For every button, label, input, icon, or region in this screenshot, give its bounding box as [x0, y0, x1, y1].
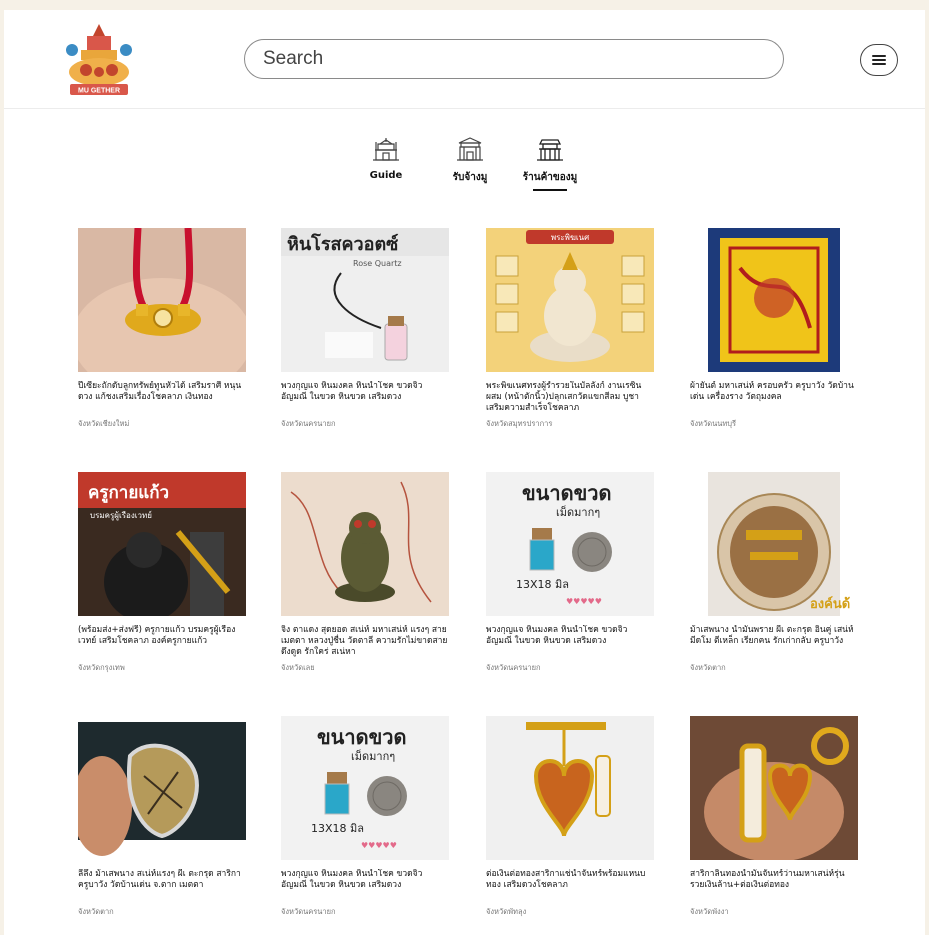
- product-card[interactable]: ปี่เซียะถักดับลูกทรัพย์ทูนหัวได้ เสริมรา…: [78, 228, 246, 430]
- product-card[interactable]: ขนาดขวด เม็ดมากๆ 13X18 มิล ♥♥♥♥♥ พวงกุญแ…: [281, 716, 449, 918]
- product-location: จังหวัดพัทลุง: [486, 907, 527, 916]
- tab-guide[interactable]: Guide: [346, 136, 426, 181]
- product-location: จังหวัดตาก: [78, 907, 114, 916]
- image-heading-text: หินโรสควอตซ์: [287, 233, 398, 255]
- tab-label: รับจ้างมู: [452, 172, 488, 183]
- product-image: [690, 716, 858, 860]
- product-title: ผ้ายันต์ มหาเสน่ห์ ครอบครัว ครูบาวัง วัด…: [690, 381, 854, 402]
- image-size-text: 13X18 มิล: [311, 822, 364, 835]
- product-location: จังหวัดนครนายก: [486, 663, 541, 672]
- product-card[interactable]: สาริกาลิ้นทองน้ำมันจันทร์ว่านมหาเสน่ห์รุ…: [690, 716, 858, 918]
- product-title: พวงกุญแจ หินมงคล หินนำโชค ขวดจิ๋ว อัญมณี…: [281, 869, 423, 890]
- product-card[interactable]: จิ้ง ตาแดง สุดยอด สเน่ห์ มหาเสน่ห์ แรงๆ …: [281, 472, 449, 674]
- image-sub-text: เม็ดมากๆ: [351, 749, 395, 763]
- product-location: จังหวัดนครนายก: [281, 907, 336, 916]
- image-banner-text: พระพิฆเนศ: [551, 233, 589, 242]
- image-heading-text: ขนาดขวด: [522, 481, 611, 505]
- product-location: จังหวัดนครนายก: [281, 419, 336, 428]
- product-location: จังหวัดเชียงใหม่: [78, 419, 130, 428]
- product-image: [486, 716, 654, 860]
- page: MU GETHER Guide: [4, 10, 925, 935]
- product-card[interactable]: องค์นด้ ม้าเสพนาง น้ำมันพราย ผีเ ตะกรุด …: [690, 472, 858, 674]
- product-title: จิ้ง ตาแดง สุดยอด สเน่ห์ มหาเสน่ห์ แรงๆ …: [281, 625, 448, 657]
- product-image: [78, 228, 246, 372]
- product-image: [281, 472, 449, 616]
- logo[interactable]: MU GETHER: [56, 20, 142, 100]
- image-caption-text: องค์นด้: [810, 596, 850, 612]
- logo-text: MU GETHER: [78, 88, 120, 95]
- tab-shop[interactable]: ร้านค้าของมู: [510, 136, 590, 191]
- product-image: ครูกายแก้ว บรมครูผู้เรืองเวทย์: [78, 472, 246, 616]
- svg-text:♥♥♥♥♥: ♥♥♥♥♥: [566, 597, 602, 606]
- product-title: ม้าเสพนาง น้ำมันพราย ผีเ ตะกรุด อิ่นคู่ …: [690, 625, 854, 646]
- product-title: พระพิฆเนศทรงผู้ร่ำรวยในบัลลังก์ งานเรซิ่…: [486, 381, 642, 413]
- product-title: พวงกุญแจ หินมงคล หินนำโชค ขวดจิ๋ว อัญมณี…: [486, 625, 628, 646]
- product-title: สาริกาลิ้นทองน้ำมันจันทร์ว่านมหาเสน่ห์รุ…: [690, 869, 845, 890]
- menu-button[interactable]: [860, 44, 898, 76]
- tab-hire[interactable]: รับจ้างมู: [430, 136, 510, 185]
- product-title: (พร้อมส่ง+ส่งฟรี) ครูกายแก้ว บรมครูผู้เร…: [78, 625, 236, 646]
- image-sub-text: เม็ดมากๆ: [556, 505, 600, 519]
- product-image: ขนาดขวด เม็ดมากๆ 13X18 มิล ♥♥♥♥♥: [281, 716, 449, 860]
- product-card[interactable]: พระพิฆเนศ พระพิฆเนศทรงผู้ร่ำรวยในบัลลังก…: [486, 228, 654, 430]
- image-heading-text: ครูกายแก้ว: [88, 483, 169, 504]
- product-image: องค์นด้: [690, 472, 858, 616]
- product-location: จังหวัดเลย: [281, 663, 315, 672]
- product-card[interactable]: ครูกายแก้ว บรมครูผู้เรืองเวทย์ (พร้อมส่ง…: [78, 472, 246, 674]
- product-card[interactable]: ผ้ายันต์ มหาเสน่ห์ ครอบครัว ครูบาวัง วัด…: [690, 228, 858, 430]
- category-nav: Guide รับจ้างมู ร้านค้าของมู: [4, 136, 925, 206]
- product-image: ขนาดขวด เม็ดมากๆ 13X18 มิล ♥♥♥♥♥: [486, 472, 654, 616]
- product-title: ปี่เซียะถักดับลูกทรัพย์ทูนหัวได้ เสริมรา…: [78, 381, 242, 402]
- product-title: ต่อเงินต่อทองสาริกาแช่น้ำจันทร์พร้อมแหนบ…: [486, 869, 646, 890]
- product-location: จังหวัดกรุงเทพ: [78, 663, 125, 672]
- product-location: จังหวัดพังงา: [690, 907, 729, 916]
- tab-label: Guide: [369, 170, 403, 181]
- product-image: [690, 228, 858, 372]
- product-title: พวงกุญแจ หินมงคล หินนำโชค ขวดจิ๋ว อัญมณี…: [281, 381, 423, 402]
- product-location: จังหวัดตาก: [690, 663, 726, 672]
- product-card[interactable]: ต่อเงินต่อทองสาริกาแช่น้ำจันทร์พร้อมแหนบ…: [486, 716, 654, 918]
- logo-temple-icon: MU GETHER: [56, 20, 142, 100]
- product-card[interactable]: ขนาดขวด เม็ดมากๆ 13X18 มิล ♥♥♥♥♥ พวงกุญแ…: [486, 472, 654, 674]
- image-sub-text: Rose Quartz: [353, 259, 402, 268]
- active-tab-indicator: [533, 189, 567, 191]
- tab-label: ร้านค้าของมู: [522, 172, 578, 183]
- svg-text:♥♥♥♥♥: ♥♥♥♥♥: [361, 841, 397, 850]
- shrine-icon: [537, 139, 563, 161]
- temple-icon: [373, 138, 399, 161]
- product-location: จังหวัดสมุทรปราการ: [486, 419, 553, 428]
- product-image: หินโรสควอตซ์ Rose Quartz: [281, 228, 449, 372]
- product-card[interactable]: ลีลึ้ง ม้าเสพนาง สเน่ห์แรงๆ ผีเ ตะกรุด ส…: [78, 716, 246, 918]
- product-location: จังหวัดนนทบุรี: [690, 419, 737, 428]
- hamburger-icon: [872, 55, 886, 65]
- product-card[interactable]: หินโรสควอตซ์ Rose Quartz พวงกุญแจ หินมงค…: [281, 228, 449, 430]
- search-input[interactable]: [244, 39, 784, 79]
- product-image: พระพิฆเนศ: [486, 228, 654, 372]
- building-icon: [457, 137, 483, 161]
- image-size-text: 13X18 มิล: [516, 578, 569, 591]
- product-image: [78, 716, 246, 860]
- header: MU GETHER: [4, 10, 925, 109]
- image-heading-text: ขนาดขวด: [317, 725, 406, 749]
- image-sub-text: บรมครูผู้เรืองเวทย์: [90, 510, 152, 521]
- product-title: ลีลึ้ง ม้าเสพนาง สเน่ห์แรงๆ ผีเ ตะกรุด ส…: [78, 869, 241, 890]
